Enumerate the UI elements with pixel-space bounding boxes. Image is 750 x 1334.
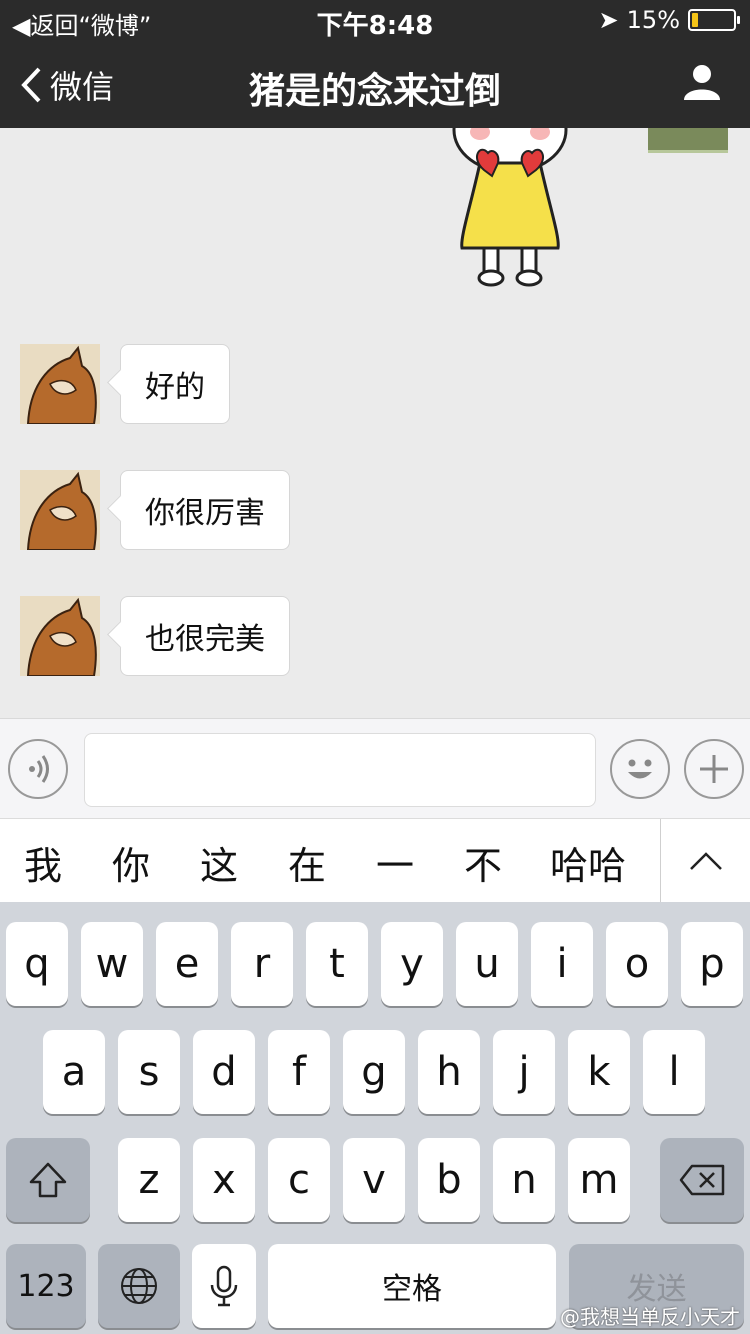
avatar[interactable] [20,344,100,424]
expand-candidates-button[interactable] [662,819,750,903]
message-row: 也很完美 [20,596,290,676]
key-u[interactable]: u [456,922,518,1006]
key-n[interactable]: n [493,1138,555,1222]
message-text: 你很厉害 [145,496,265,531]
key-r[interactable]: r [231,922,293,1006]
key-z[interactable]: z [118,1138,180,1222]
keyboard: q w e r t y u i o p a s d f g h j k l z … [0,902,750,1334]
key-s[interactable]: s [118,1030,180,1114]
key-l[interactable]: l [643,1030,705,1114]
more-button[interactable] [684,739,744,799]
key-a[interactable]: a [43,1030,105,1114]
candidate-word[interactable]: 我 [24,835,62,890]
key-i[interactable]: i [531,922,593,1006]
key-y[interactable]: y [381,922,443,1006]
delete-key[interactable] [660,1138,744,1222]
candidate-bar: 我 你 这 在 一 不 哈哈 [0,818,750,904]
fox-avatar-image [20,596,100,676]
key-d[interactable]: d [193,1030,255,1114]
candidate-word[interactable]: 一 [376,835,414,890]
location-arrow-icon: ➤ [598,6,619,34]
profile-button[interactable] [682,62,722,106]
battery-fill [692,13,698,27]
sticker-image[interactable] [440,128,580,288]
key-b[interactable]: b [418,1138,480,1222]
candidate-word[interactable]: 这 [200,835,238,890]
shift-key[interactable] [6,1138,90,1222]
microphone-icon [210,1265,238,1307]
message-input[interactable] [84,733,596,807]
status-bar: ◀返回“微博” 下午8:48 ➤ 15% [0,0,750,41]
key-g[interactable]: g [343,1030,405,1114]
message-text: 好的 [145,370,205,405]
plus-icon [700,755,728,783]
key-f[interactable]: f [268,1030,330,1114]
candidate-word[interactable]: 在 [288,835,326,890]
key-j[interactable]: j [493,1030,555,1114]
battery-percent: 15% [626,6,680,34]
fox-avatar-image [20,470,100,550]
navigation-bar: 微信 猪是的念来过倒 [0,40,750,128]
message-bubble[interactable]: 也很完美 [120,596,290,676]
chevron-up-icon [690,852,722,870]
key-w[interactable]: w [81,922,143,1006]
smiley-icon [628,759,652,779]
message-bubble[interactable]: 好的 [120,344,230,424]
battery-icon [688,9,740,31]
shift-arrow-icon [29,1162,67,1198]
key-e[interactable]: e [156,922,218,1006]
key-q[interactable]: q [6,922,68,1006]
avatar[interactable] [20,596,100,676]
avatar-thumbnail[interactable] [648,128,728,153]
key-p[interactable]: p [681,922,743,1006]
candidate-word[interactable]: 哈哈 [550,835,626,890]
chat-history[interactable]: 好的 你很厉害 也很完美 [0,128,750,718]
voice-button[interactable] [8,739,68,799]
key-x[interactable]: x [193,1138,255,1222]
watermark: @我想当单反小天才 [560,1305,740,1329]
message-text: 也很完美 [145,622,265,657]
voice-icon [29,755,49,783]
backspace-icon [679,1164,725,1196]
avatar[interactable] [20,470,100,550]
status-right: ➤ 15% [598,6,740,34]
chat-title: 猪是的念来过倒 [248,71,501,112]
key-v[interactable]: v [343,1138,405,1222]
candidate-word[interactable]: 你 [112,835,150,890]
message-bubble[interactable]: 你很厉害 [120,470,290,550]
key-o[interactable]: o [606,922,668,1006]
dictation-key[interactable] [192,1244,256,1328]
fox-avatar-image [20,344,100,424]
key-m[interactable]: m [568,1138,630,1222]
message-row: 好的 [20,344,230,424]
globe-icon [121,1268,157,1304]
user-icon [684,65,720,100]
key-h[interactable]: h [418,1030,480,1114]
key-k[interactable]: k [568,1030,630,1114]
key-t[interactable]: t [306,922,368,1006]
divider [660,819,661,903]
candidate-word[interactable]: 不 [464,835,502,890]
message-row: 你很厉害 [20,470,290,550]
globe-key[interactable] [98,1244,180,1328]
key-c[interactable]: c [268,1138,330,1222]
emoji-button[interactable] [610,739,670,799]
input-bar [0,718,750,819]
space-key[interactable]: 空格 [268,1244,556,1328]
numbers-key[interactable]: 123 [6,1244,86,1328]
